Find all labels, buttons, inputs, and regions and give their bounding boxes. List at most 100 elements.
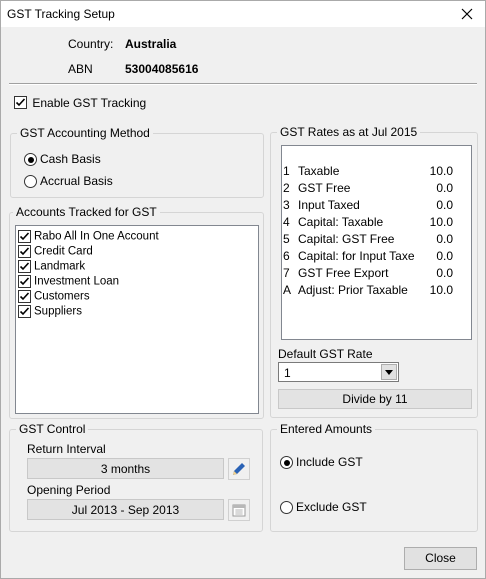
default-gst-rate-label: Default GST Rate [278, 347, 373, 361]
radio-selected-dot [27, 156, 34, 163]
rate-value: 0.0 [436, 232, 453, 246]
account-label: Customers [34, 290, 90, 303]
rate-code: 2 [283, 181, 290, 195]
gst-control-title: GST Control [16, 422, 89, 436]
rate-code: A [283, 283, 292, 297]
cash-basis-radio[interactable] [24, 153, 37, 166]
accounts-tracked-title: Accounts Tracked for GST [13, 205, 160, 219]
checkmark-icon [15, 98, 26, 107]
dropdown-button[interactable] [381, 364, 397, 380]
rate-name: Capital: for Input Taxe [298, 249, 415, 263]
rate-value: 0.0 [436, 249, 453, 263]
gst-rate-row[interactable]: 1 Taxable 10.0 [282, 163, 472, 180]
checkbox-box[interactable] [18, 230, 31, 243]
account-item-credit-card[interactable]: Credit Card [18, 245, 93, 260]
account-item-rabo[interactable]: Rabo All In One Account [18, 230, 159, 245]
country-value: Australia [125, 37, 177, 51]
gst-control-group: GST Control Return Interval 3 months Ope… [9, 422, 263, 532]
gst-rate-row[interactable]: 4 Capital: Taxable 10.0 [282, 214, 472, 231]
pencil-icon [233, 463, 245, 475]
rate-name: Adjust: Prior Taxable [298, 283, 408, 297]
return-interval-field: 3 months [27, 458, 224, 479]
title-bar: GST Tracking Setup [1, 1, 485, 27]
account-item-suppliers[interactable]: Suppliers [18, 305, 82, 320]
rate-value: 10.0 [429, 215, 453, 229]
gst-tracking-setup-dialog: GST Tracking Setup Country: Australia AB… [0, 0, 486, 579]
gst-rate-row[interactable]: 2 GST Free 0.0 [282, 180, 472, 197]
include-gst-label[interactable]: Include GST [296, 455, 363, 469]
checkmark-icon [19, 232, 30, 241]
close-icon [461, 8, 473, 20]
rate-name: Capital: GST Free [298, 232, 395, 246]
gst-rate-row[interactable]: A Adjust: Prior Taxable 10.0 [282, 282, 472, 299]
exclude-gst-radio[interactable] [280, 501, 293, 514]
account-item-customers[interactable]: Customers [18, 290, 90, 305]
abn-value: 53004085616 [125, 62, 199, 76]
checkmark-icon [19, 307, 30, 316]
window-title: GST Tracking Setup [7, 7, 115, 21]
checkbox-box[interactable] [18, 245, 31, 258]
exclude-gst-label[interactable]: Exclude GST [296, 500, 367, 514]
opening-period-value: Jul 2013 - Sep 2013 [71, 503, 180, 517]
include-gst-radio[interactable] [280, 456, 293, 469]
accounts-tracked-group: Accounts Tracked for GST Rabo All In One… [9, 205, 264, 419]
accounting-method-group: GST Accounting Method Cash Basis Accrual… [10, 126, 264, 198]
rate-name: Taxable [298, 164, 340, 178]
calendar-icon [232, 504, 246, 517]
opening-period-field: Jul 2013 - Sep 2013 [27, 499, 224, 520]
accrual-basis-radio[interactable] [24, 175, 37, 188]
window-close-button[interactable] [455, 2, 479, 26]
rate-code: 3 [283, 198, 290, 212]
rate-value: 10.0 [429, 164, 453, 178]
cash-basis-label[interactable]: Cash Basis [40, 152, 101, 166]
account-item-landmark[interactable]: Landmark [18, 260, 85, 275]
rate-code: 1 [283, 164, 290, 178]
enable-gst-tracking-checkbox[interactable]: Enable GST Tracking [14, 95, 146, 110]
gst-rate-row[interactable]: 5 Capital: GST Free 0.0 [282, 231, 472, 248]
gst-rate-row[interactable]: 6 Capital: for Input Taxe 0.0 [282, 248, 472, 265]
enable-gst-tracking-label: Enable GST Tracking [32, 95, 147, 110]
default-gst-rate-value: 1 [284, 366, 291, 380]
gst-rates-title: GST Rates as at Jul 2015 [277, 125, 421, 139]
account-label: Investment Loan [34, 275, 120, 288]
return-interval-label: Return Interval [27, 442, 106, 456]
chevron-down-icon [385, 370, 393, 375]
close-button[interactable]: Close [404, 547, 477, 570]
rate-name: GST Free Export [298, 266, 389, 280]
checkbox-box[interactable] [18, 275, 31, 288]
opening-period-label: Opening Period [27, 483, 111, 497]
checkbox-box[interactable] [14, 96, 27, 110]
rate-value: 10.0 [429, 283, 453, 297]
abn-label: ABN [68, 62, 93, 76]
rate-code: 7 [283, 266, 290, 280]
checkmark-icon [19, 247, 30, 256]
checkmark-icon [19, 292, 30, 301]
entered-amounts-group: Entered Amounts Include GST Exclude GST [270, 422, 478, 532]
rate-name: Input Taxed [298, 198, 360, 212]
gst-rates-group: GST Rates as at Jul 2015 1 Taxable 10.0 … [270, 125, 478, 418]
radio-selected-dot [283, 459, 290, 466]
entered-amounts-title: Entered Amounts [277, 422, 376, 436]
rate-code: 4 [283, 215, 290, 229]
account-label: Rabo All In One Account [34, 230, 159, 243]
gst-rate-row[interactable]: 7 GST Free Export 0.0 [282, 265, 472, 282]
edit-return-interval-button[interactable] [228, 458, 250, 480]
rate-code: 5 [283, 232, 290, 246]
gst-rate-row[interactable]: 3 Input Taxed 0.0 [282, 197, 472, 214]
accounting-method-title: GST Accounting Method [17, 126, 153, 140]
default-gst-rate-select[interactable]: 1 [278, 362, 399, 382]
accrual-basis-label[interactable]: Accrual Basis [40, 174, 113, 188]
rate-name: GST Free [298, 181, 351, 195]
rate-code: 6 [283, 249, 290, 263]
gst-rates-list[interactable]: 1 Taxable 10.0 2 GST Free 0.0 3 Input Ta… [281, 145, 472, 340]
checkmark-icon [19, 262, 30, 271]
account-item-investment-loan[interactable]: Investment Loan [18, 275, 119, 290]
checkbox-box[interactable] [18, 305, 31, 318]
divide-by-text: Divide by 11 [342, 392, 408, 406]
account-label: Suppliers [34, 305, 82, 318]
checkbox-box[interactable] [18, 290, 31, 303]
accounts-list[interactable]: Rabo All In One Account Credit Card Land… [15, 225, 259, 414]
checkbox-box[interactable] [18, 260, 31, 273]
calendar-button[interactable] [228, 499, 250, 521]
rate-value: 0.0 [436, 198, 453, 212]
